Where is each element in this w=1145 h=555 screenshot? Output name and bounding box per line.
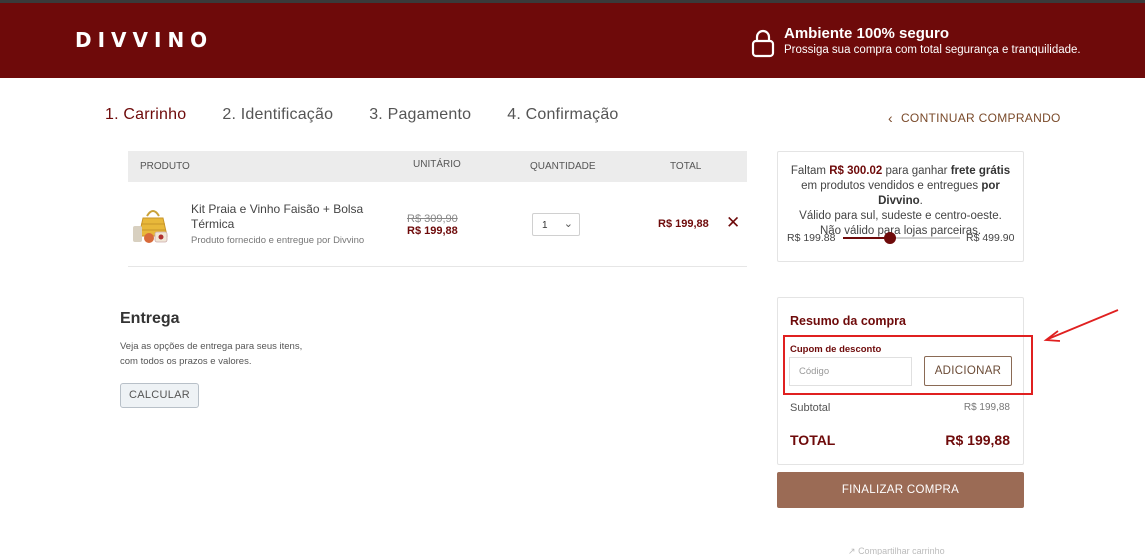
step-carrinho[interactable]: 1. Carrinho [105, 106, 186, 124]
quantity-value: 1 [542, 220, 548, 231]
logo-text: DIVVINO [75, 28, 214, 52]
subtotal-value: R$ 199,88 [963, 402, 1010, 413]
entrega-desc-line1: Veja as opções de entrega para seus iten… [120, 341, 303, 352]
subtotal-label: Subtotal [790, 402, 831, 414]
finalize-purchase-button[interactable]: FINALIZAR COMPRA [777, 472, 1024, 508]
checkout-steps: 1. Carrinho 2. Identificação 3. Pagament… [105, 106, 619, 124]
product-name[interactable]: Kit Praia e Vinho Faisão + Bolsa Térmica [191, 202, 371, 232]
progress-track [843, 232, 960, 244]
share-icon: ↗ [848, 546, 856, 555]
share-cart-link[interactable]: ↗ Compartilhar carrinho [848, 546, 945, 555]
progress-thumb [883, 232, 896, 244]
continue-shopping-label: CONTINUAR COMPRANDO [900, 111, 1061, 125]
header-unit: UNITÁRIO [413, 159, 461, 170]
chevron-left-icon: ‹ [888, 110, 893, 126]
chevron-down-icon: ⌄ [563, 218, 573, 230]
frete-text-pre: Faltam [790, 165, 830, 177]
annotation-highlight-box [783, 335, 1033, 395]
entrega-description: Veja as opções de entrega para seus iten… [120, 339, 320, 369]
header-product: PRODUTO [140, 161, 190, 172]
frete-text-mid2: em produtos vendidos e entregues [801, 180, 982, 192]
total-label: TOTAL [790, 432, 836, 448]
cart-table-header: PRODUTO UNITÁRIO QUANTIDADE TOTAL [128, 151, 747, 182]
price-new: R$ 199,88 [407, 225, 458, 237]
quantity-select[interactable]: 1 ⌄ [532, 213, 580, 236]
site-header: DIVVINO Ambiente 100% seguro Prossiga su… [0, 3, 1145, 78]
annotation-arrow-icon [1043, 309, 1119, 342]
summary-title: Resumo da compra [790, 314, 907, 328]
frete-invalid-line: Não válido para lojas parceiras. [819, 225, 982, 237]
divvino-logo[interactable]: DIVVINO [75, 27, 213, 53]
cart-item-row: Kit Praia e Vinho Faisão + Bolsa Térmica… [128, 182, 747, 267]
range-min: R$ 199.88 [787, 232, 836, 244]
progress-fill [843, 237, 890, 239]
step-identificacao[interactable]: 2. Identificação [222, 106, 333, 124]
total-value: R$ 199,88 [945, 432, 1010, 448]
remove-item-icon[interactable]: ✕ [726, 214, 740, 231]
frete-text-end: . [919, 195, 923, 207]
entrega-title: Entrega [120, 310, 180, 327]
product-image[interactable] [131, 206, 175, 244]
share-label: Compartilhar carrinho [858, 546, 945, 555]
continue-shopping-link[interactable]: ‹ CONTINUAR COMPRANDO [888, 110, 1061, 126]
entrega-desc-line2: com todos os prazos e valores. [120, 356, 252, 367]
frete-text-mid: para ganhar [882, 165, 951, 177]
frete-amount: R$ 300.02 [829, 165, 883, 177]
step-confirmacao[interactable]: 4. Confirmação [507, 106, 618, 124]
product-seller: Produto fornecido e entregue por Divvino [191, 235, 365, 246]
range-max: R$ 499.90 [966, 232, 1015, 244]
free-shipping-text: Faltam R$ 300.02 para ganhar frete gráti… [784, 164, 1017, 239]
frete-valid-line: Válido para sul, sudeste e centro-oeste. [799, 210, 1002, 222]
calcular-button[interactable]: CALCULAR [120, 383, 199, 408]
header-quantity: QUANTIDADE [530, 161, 596, 172]
frete-highlight: frete grátis [950, 165, 1011, 177]
secure-subtitle: Prossiga sua compra com total segurança … [784, 44, 1081, 56]
item-total: R$ 199,88 [658, 218, 709, 230]
price-old: R$ 309,90 [407, 213, 458, 225]
step-pagamento[interactable]: 3. Pagamento [369, 106, 471, 124]
lock-icon [751, 29, 775, 58]
header-total: TOTAL [670, 161, 702, 172]
free-shipping-box: Faltam R$ 300.02 para ganhar frete gráti… [777, 151, 1024, 262]
secure-title: Ambiente 100% seguro [784, 25, 950, 42]
